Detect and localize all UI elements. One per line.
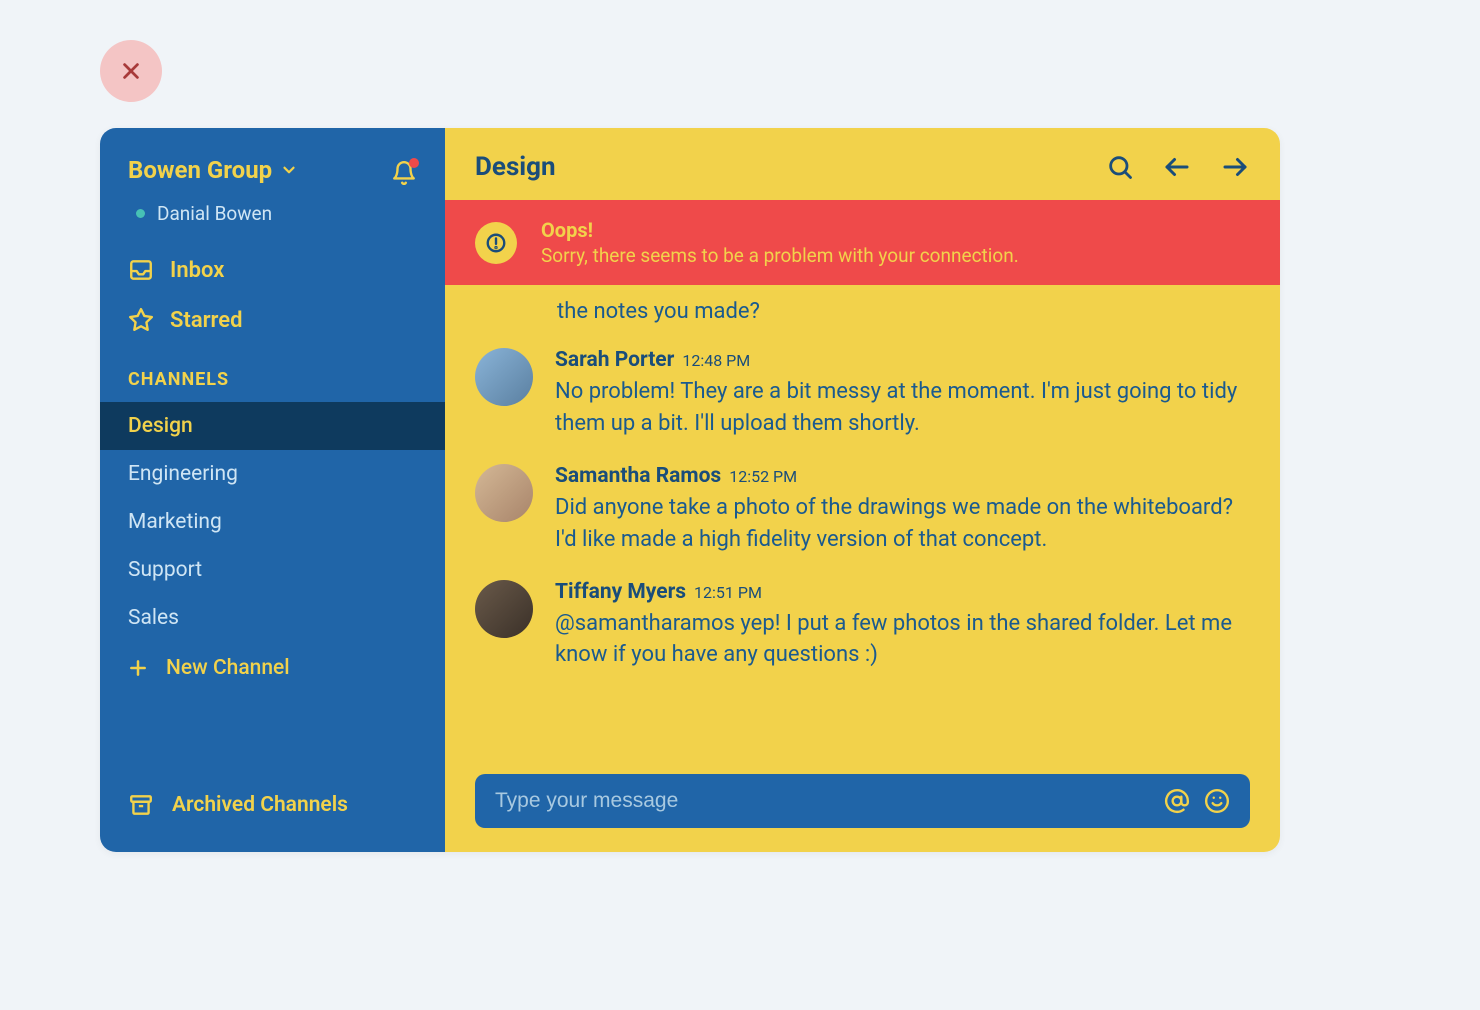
message-time: 12:48 PM — [682, 351, 750, 370]
message-body: Samantha Ramos 12:52 PM Did anyone take … — [555, 464, 1250, 556]
notifications-button[interactable] — [391, 160, 417, 190]
error-text: Oops! Sorry, there seems to be a problem… — [541, 218, 1019, 267]
channel-item-marketing[interactable]: Marketing — [100, 498, 445, 546]
smile-icon — [1204, 788, 1230, 814]
arrow-right-icon — [1220, 152, 1250, 182]
error-icon-badge — [475, 222, 517, 264]
message-header: Sarah Porter 12:48 PM — [555, 348, 1250, 372]
channels-section-label: CHANNELS — [100, 345, 445, 402]
message-header: Tiffany Myers 12:51 PM — [555, 580, 1250, 604]
chat-app-window: Bowen Group Danial Bowen Inbox Starred C… — [100, 128, 1280, 852]
channel-item-sales[interactable]: Sales — [100, 594, 445, 642]
composer-actions — [1164, 788, 1230, 814]
message-text: Did anyone take a photo of the drawings … — [555, 492, 1250, 556]
channel-header: Design — [445, 128, 1280, 200]
close-button[interactable] — [100, 40, 162, 102]
message-row: Samantha Ramos 12:52 PM Did anyone take … — [475, 452, 1250, 568]
archive-icon — [128, 792, 154, 818]
message-header: Samantha Ramos 12:52 PM — [555, 464, 1250, 488]
message-text: @samantharamos yep! I put a few photos i… — [555, 608, 1250, 672]
message-author: Tiffany Myers — [555, 580, 686, 604]
presence-indicator — [136, 209, 145, 218]
message-body: Tiffany Myers 12:51 PM @samantharamos ye… — [555, 580, 1250, 672]
nav-back-button[interactable] — [1162, 152, 1192, 182]
notification-badge — [409, 158, 419, 168]
at-icon — [1164, 788, 1190, 814]
message-time: 12:51 PM — [694, 583, 762, 602]
message-list[interactable]: the notes you made? Sarah Porter 12:48 P… — [445, 285, 1280, 760]
nav-inbox[interactable]: Inbox — [100, 245, 445, 295]
message-text-partial: the notes you made? — [475, 295, 1250, 336]
current-user[interactable]: Danial Bowen — [100, 198, 445, 245]
message-author: Sarah Porter — [555, 348, 674, 372]
new-channel-button[interactable]: New Channel — [100, 642, 445, 694]
error-body: Sorry, there seems to be a problem with … — [541, 244, 1019, 267]
alert-icon — [485, 232, 507, 254]
error-title: Oops! — [541, 218, 1019, 242]
search-button[interactable] — [1106, 153, 1134, 181]
sidebar-header: Bowen Group — [100, 156, 445, 198]
workspace-switcher[interactable]: Bowen Group — [128, 156, 298, 184]
avatar[interactable] — [475, 580, 533, 638]
connection-error-banner: Oops! Sorry, there seems to be a problem… — [445, 200, 1280, 285]
message-row: Sarah Porter 12:48 PM No problem! They a… — [475, 336, 1250, 452]
nav-starred[interactable]: Starred — [100, 295, 445, 345]
new-channel-label: New Channel — [166, 656, 290, 680]
message-body: Sarah Porter 12:48 PM No problem! They a… — [555, 348, 1250, 440]
nav-label: Inbox — [170, 258, 224, 283]
header-actions — [1106, 152, 1250, 182]
emoji-button[interactable] — [1204, 788, 1230, 814]
plus-icon — [128, 658, 148, 678]
message-author: Samantha Ramos — [555, 464, 721, 488]
user-name: Danial Bowen — [157, 202, 272, 225]
mention-button[interactable] — [1164, 788, 1190, 814]
inbox-icon — [128, 257, 154, 283]
message-composer[interactable] — [475, 774, 1250, 828]
main-panel: Design Oops! Sorry, there seems to be a … — [445, 128, 1280, 852]
nav-label: Starred — [170, 308, 243, 333]
nav-forward-button[interactable] — [1220, 152, 1250, 182]
star-icon — [128, 307, 154, 333]
archived-label: Archived Channels — [172, 793, 348, 817]
archived-channels-button[interactable]: Archived Channels — [100, 768, 445, 842]
message-text: No problem! They are a bit messy at the … — [555, 376, 1250, 440]
channel-item-support[interactable]: Support — [100, 546, 445, 594]
workspace-name: Bowen Group — [128, 156, 272, 184]
close-icon — [120, 60, 142, 82]
composer-area — [445, 760, 1280, 852]
message-input[interactable] — [495, 789, 1150, 813]
sidebar: Bowen Group Danial Bowen Inbox Starred C… — [100, 128, 445, 852]
chevron-down-icon — [280, 161, 298, 179]
channel-item-design[interactable]: Design — [100, 402, 445, 450]
search-icon — [1106, 153, 1134, 181]
arrow-left-icon — [1162, 152, 1192, 182]
message-row: Tiffany Myers 12:51 PM @samantharamos ye… — [475, 568, 1250, 684]
channel-item-engineering[interactable]: Engineering — [100, 450, 445, 498]
avatar[interactable] — [475, 464, 533, 522]
avatar[interactable] — [475, 348, 533, 406]
channel-title: Design — [475, 152, 556, 182]
message-time: 12:52 PM — [729, 467, 797, 486]
